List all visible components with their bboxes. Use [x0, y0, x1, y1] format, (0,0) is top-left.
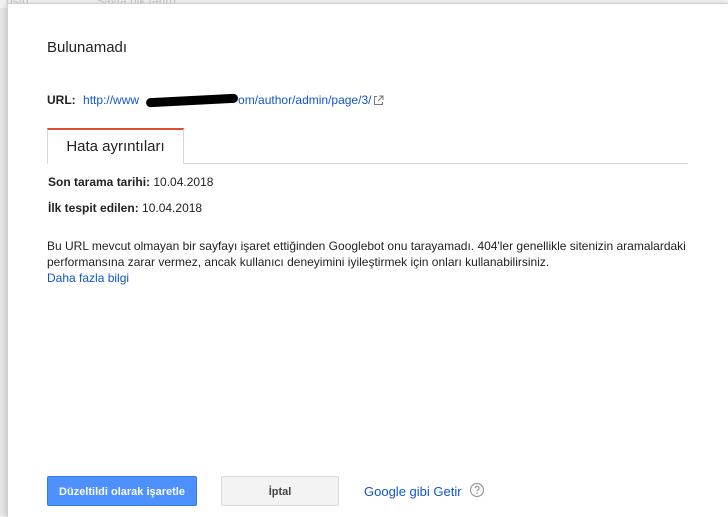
more-info-link[interactable]: Daha fazla bilgi	[47, 271, 129, 285]
last-crawled-label: Son tarama tarihi:	[48, 175, 151, 189]
description-text: Bu URL mevcut olmayan bir sayfayı işaret…	[47, 239, 686, 269]
url-suffix: om/author/admin/page/3/	[238, 93, 372, 107]
tab-error-details[interactable]: Hata ayrıntıları	[47, 128, 184, 164]
first-detected-label: İlk tespit edilen:	[48, 201, 139, 215]
dialog-title: Bulunamadı	[47, 39, 128, 56]
error-description: Bu URL mevcut olmayan bir sayfayı işaret…	[47, 238, 687, 286]
cancel-button[interactable]: İptal	[221, 476, 339, 506]
mark-as-fixed-button[interactable]: Düzeltildi olarak işaretle	[47, 476, 197, 506]
external-link-icon[interactable]	[373, 95, 384, 106]
help-icon[interactable]	[469, 482, 485, 498]
url-label: URL:	[47, 93, 76, 107]
last-crawled-value: 10.04.2018	[153, 175, 214, 189]
tab-bar: Hata ayrıntıları	[47, 128, 688, 164]
first-detected-value: 10.04.2018	[142, 201, 203, 215]
first-detected-row: İlk tespit edilen: 10.04.2018	[48, 201, 202, 215]
fetch-as-google-link[interactable]: Google gibi Getir	[364, 484, 462, 499]
url-prefix: http://www	[83, 93, 140, 107]
last-crawled-row: Son tarama tarihi: 10.04.2018	[48, 175, 213, 189]
not-found-dialog: Bulunamadı URL: http://www om/author/admi…	[7, 3, 728, 517]
